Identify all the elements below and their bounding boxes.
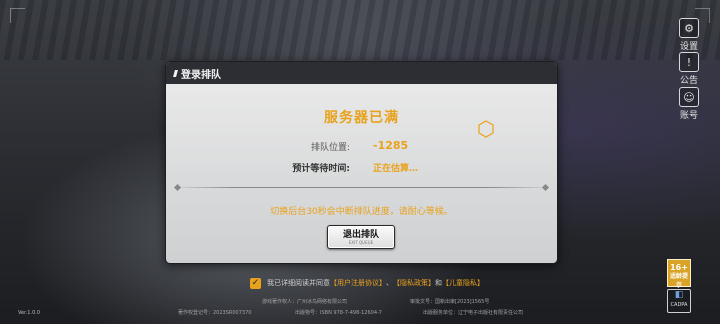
cadpa-icon: ◧ <box>674 290 684 300</box>
wait-time-value: 正在估算… <box>373 164 419 174</box>
notice-icon: ! <box>679 52 699 72</box>
queue-dialog: 登录排队 服务器已满 排队位置: -1285 预计等待时间: 正在估算… 切换后… <box>165 61 558 264</box>
age-rating-value: 16+ <box>670 263 688 272</box>
copyright-owner: 游戏著作权人：广州冰鸟网络有限公司 <box>262 299 348 305</box>
agreement-row: ✓ 我已详细阅读并同意 【用户注册协议】 、 【隐私政策】 和 【儿童隐私】 <box>250 276 484 290</box>
user-agreement-link[interactable]: 【用户注册协议】 <box>330 278 386 288</box>
publication-number: 出版物号：ISBN 978-7-498-12604-7 <box>295 310 382 316</box>
dialog-header-title: 登录排队 <box>181 69 221 81</box>
settings-button[interactable]: ⚙ 设置 <box>676 18 702 52</box>
exit-queue-label: 退出排队 <box>342 229 379 240</box>
exit-queue-button[interactable]: 退出排队 EXIT QUEUE <box>327 225 395 249</box>
account-label: 账号 <box>679 111 698 121</box>
child-privacy-link[interactable]: 【儿童隐私】 <box>442 278 484 288</box>
account-icon: ☺ <box>679 87 699 107</box>
agreement-separator: 和 <box>435 279 442 287</box>
wait-time-label: 预计等待时间: <box>292 164 350 174</box>
queue-position-label: 排队位置: <box>310 143 350 153</box>
dialog-title: 服务器已满 <box>324 110 399 126</box>
notice-button[interactable]: ! 公告 <box>676 52 702 86</box>
cadpa-logo: ◧ CADPA <box>667 289 691 313</box>
account-button[interactable]: ☺ 账号 <box>676 87 702 121</box>
agreement-text: 我已详细阅读并同意 <box>267 279 330 287</box>
age-rating-badge[interactable]: 16+ 适龄提示 <box>667 259 691 289</box>
agreement-checkbox[interactable]: ✓ <box>250 277 261 289</box>
divider <box>178 187 545 188</box>
hexagon-icon <box>478 120 494 138</box>
publisher: 出版服务单位：辽宁电子出版社有限责任公司 <box>423 310 524 316</box>
background-hint: 切换后台30秒会中断排队进度，请耐心等候。 <box>270 207 453 217</box>
queue-position-value: -1285 <box>373 139 409 152</box>
header-mark-icon <box>173 69 178 77</box>
settings-label: 设置 <box>679 42 698 52</box>
version-label: Ver.1.0.0 <box>18 310 41 316</box>
dialog-header: 登录排队 <box>166 62 557 84</box>
exit-queue-sublabel: EXIT QUEUE <box>348 239 374 245</box>
approval-number: 审批文号：国新出审[2023]1565号 <box>410 299 490 305</box>
frame-corner <box>10 8 25 23</box>
copyright-registration: 著作权登记号：2023SR007370 <box>178 310 252 316</box>
gear-icon: ⚙ <box>679 18 699 38</box>
cadpa-text: CADPA <box>670 302 688 308</box>
notice-label: 公告 <box>679 76 698 86</box>
agreement-separator: 、 <box>386 279 393 287</box>
age-rating-text: 适龄提示 <box>669 273 688 289</box>
privacy-policy-link[interactable]: 【隐私政策】 <box>393 278 435 288</box>
